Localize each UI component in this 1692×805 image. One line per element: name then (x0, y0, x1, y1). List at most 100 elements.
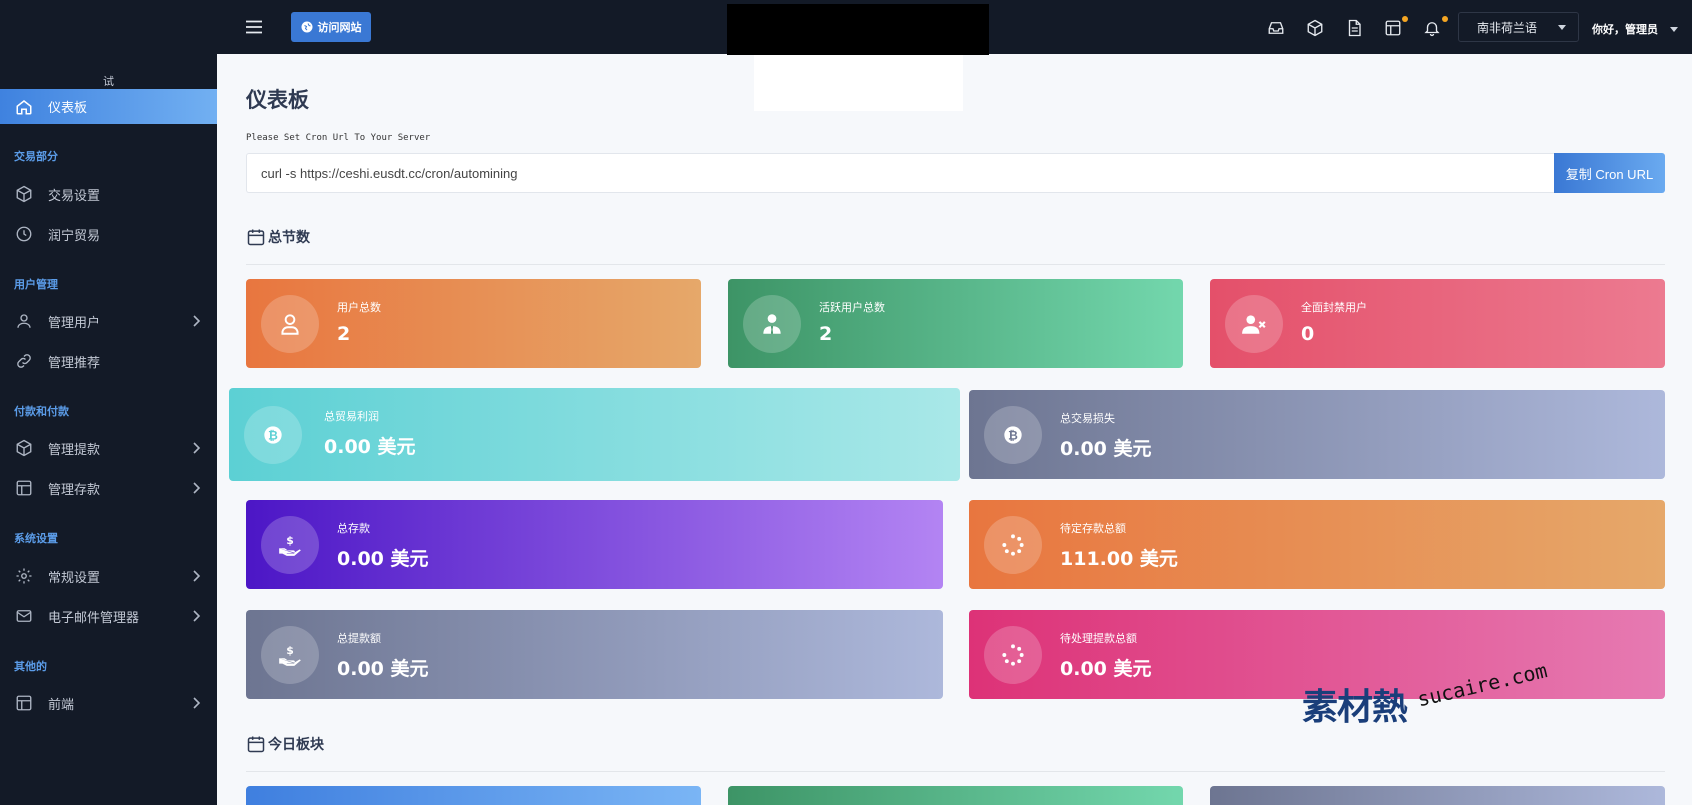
stat-card-pending-deposits[interactable]: 待定存款总额 111.00 美元 (969, 500, 1665, 589)
sidebar-item-label: 管理推荐 (48, 355, 101, 371)
stat-label: 总交易损失 (1060, 412, 1115, 425)
page-title: 仪表板 (246, 88, 309, 112)
visit-site-label: 访问网站 (317, 21, 362, 34)
stat-label: 总提款额 (337, 632, 381, 645)
sidebar-item-trades[interactable]: 润宁贸易 (0, 219, 217, 249)
sidebar-item-label: 管理存款 (48, 482, 101, 498)
section-heading-today: 今日板块 (246, 734, 324, 754)
today-card[interactable] (728, 786, 1183, 805)
stat-value: 111.00 美元 (1060, 548, 1178, 570)
stat-value: 0.00 美元 (1060, 438, 1152, 460)
sidebar-item-label: 管理提款 (48, 442, 101, 458)
link-icon (15, 352, 33, 370)
notification-dot (1442, 16, 1448, 22)
cube-icon (15, 439, 33, 457)
sidebar-item-manage-withdrawals[interactable]: 管理提款 (0, 433, 217, 463)
logo-text: 试 (103, 75, 114, 88)
sidebar-item-label: 常规设置 (48, 570, 101, 586)
stat-card-total-withdrawals[interactable]: $ 总提款额 0.00 美元 (246, 610, 943, 699)
stat-value: 0.00 美元 (1060, 658, 1152, 680)
chevron-right-icon (191, 570, 201, 582)
inbox-icon[interactable] (1267, 19, 1285, 37)
svg-text:₿: ₿ (268, 428, 278, 442)
stat-value: 2 (819, 323, 833, 345)
stat-label: 全面封禁用户 (1301, 301, 1367, 314)
stat-label: 总贸易利润 (324, 410, 379, 423)
sidebar: 试 仪表板 交易部分 交易设置 润宁贸易 用户管理 管理用户 管理推荐 付款和付… (0, 0, 217, 805)
mail-icon (15, 607, 33, 625)
sidebar-item-manage-referrals[interactable]: 管理推荐 (0, 346, 217, 376)
stat-value: 0.00 美元 (337, 658, 429, 680)
table-icon (15, 479, 33, 497)
cube-icon[interactable] (1306, 19, 1324, 37)
calendar-icon (246, 227, 266, 247)
svg-text:$: $ (286, 533, 294, 546)
chevron-right-icon (191, 442, 201, 454)
notification-dot (1402, 16, 1408, 22)
gear-icon (15, 567, 33, 585)
stat-label: 总存款 (337, 522, 370, 535)
caret-down-icon (1558, 25, 1566, 30)
svg-text:₿: ₿ (1008, 428, 1018, 442)
topbar: 访问网站 南非荷兰语 你好，管理员 (217, 0, 1692, 55)
stat-value: 0 (1301, 323, 1315, 345)
stat-value: 2 (337, 323, 351, 345)
today-card[interactable] (1210, 786, 1665, 805)
cron-label: Please Set Cron Url To Your Server (246, 133, 431, 143)
watermark-logo: 素材熱 (1302, 687, 1408, 727)
hand-dollar-icon: $ (261, 515, 319, 574)
sidebar-item-label: 管理用户 (48, 315, 101, 331)
spinner-icon (984, 515, 1042, 574)
stat-card-total-users[interactable]: 用户总数 2 (246, 279, 701, 368)
clock-icon (15, 225, 33, 243)
chevron-right-icon (191, 315, 201, 327)
divider (246, 264, 1665, 265)
sidebar-section-payments: 付款和付款 (14, 405, 69, 418)
document-icon[interactable] (1345, 19, 1363, 37)
stat-card-trade-loss[interactable]: ₿ 总交易损失 0.00 美元 (969, 390, 1665, 479)
section-heading-total: 总节数 (246, 227, 310, 247)
sidebar-section-other: 其他的 (14, 660, 47, 673)
bell-icon[interactable] (1423, 19, 1441, 37)
cron-url-field[interactable]: curl -s https://ceshi.eusdt.cc/cron/auto… (246, 153, 1555, 193)
caret-down-icon[interactable] (1670, 27, 1678, 32)
sidebar-item-manage-users[interactable]: 管理用户 (0, 306, 217, 336)
chevron-right-icon (191, 697, 201, 709)
chevron-right-icon (191, 610, 201, 622)
copy-cron-url-button[interactable]: 复制 Cron URL (1554, 153, 1665, 193)
sidebar-item-trade-settings[interactable]: 交易设置 (0, 179, 217, 209)
layout-icon (15, 694, 33, 712)
bitcoin-icon: ₿ (984, 405, 1042, 464)
sidebar-section-trading: 交易部分 (14, 150, 58, 163)
sidebar-item-dashboard[interactable]: 仪表板 (0, 89, 217, 124)
user-icon (15, 312, 33, 330)
stat-card-banned-users[interactable]: 全面封禁用户 0 (1210, 279, 1665, 368)
spinner-icon (984, 625, 1042, 684)
stat-value: 0.00 美元 (337, 548, 429, 570)
sidebar-item-general-settings[interactable]: 常规设置 (0, 561, 217, 591)
today-card[interactable] (246, 786, 701, 805)
stat-card-trade-profit[interactable]: ₿ 总贸易利润 0.00 美元 (229, 388, 960, 481)
home-icon (15, 98, 33, 116)
sidebar-section-system: 系统设置 (14, 532, 58, 545)
stat-card-total-deposits[interactable]: $ 总存款 0.00 美元 (246, 500, 943, 589)
svg-text:$: $ (286, 643, 294, 656)
stat-label: 待处理提款总额 (1060, 632, 1137, 645)
hand-dollar-icon: $ (261, 625, 319, 684)
visit-site-button[interactable]: 访问网站 (291, 12, 371, 42)
sidebar-item-manage-deposits[interactable]: 管理存款 (0, 473, 217, 503)
stat-card-active-users[interactable]: 活跃用户总数 2 (728, 279, 1183, 368)
user-tie-icon (743, 294, 801, 353)
menu-icon[interactable] (246, 19, 262, 34)
chevron-right-icon (191, 482, 201, 494)
language-value: 南非荷兰语 (1477, 20, 1538, 35)
table-icon[interactable] (1384, 19, 1402, 37)
user-greeting[interactable]: 你好，管理员 (1592, 21, 1658, 37)
language-select[interactable]: 南非荷兰语 (1458, 12, 1579, 42)
sidebar-item-frontend[interactable]: 前端 (0, 688, 217, 718)
sidebar-item-label: 交易设置 (48, 188, 101, 204)
sidebar-item-email-manager[interactable]: 电子邮件管理器 (0, 601, 217, 631)
stat-label: 用户总数 (337, 301, 381, 314)
redacted-region (727, 4, 989, 55)
stat-value: 0.00 美元 (324, 436, 416, 458)
